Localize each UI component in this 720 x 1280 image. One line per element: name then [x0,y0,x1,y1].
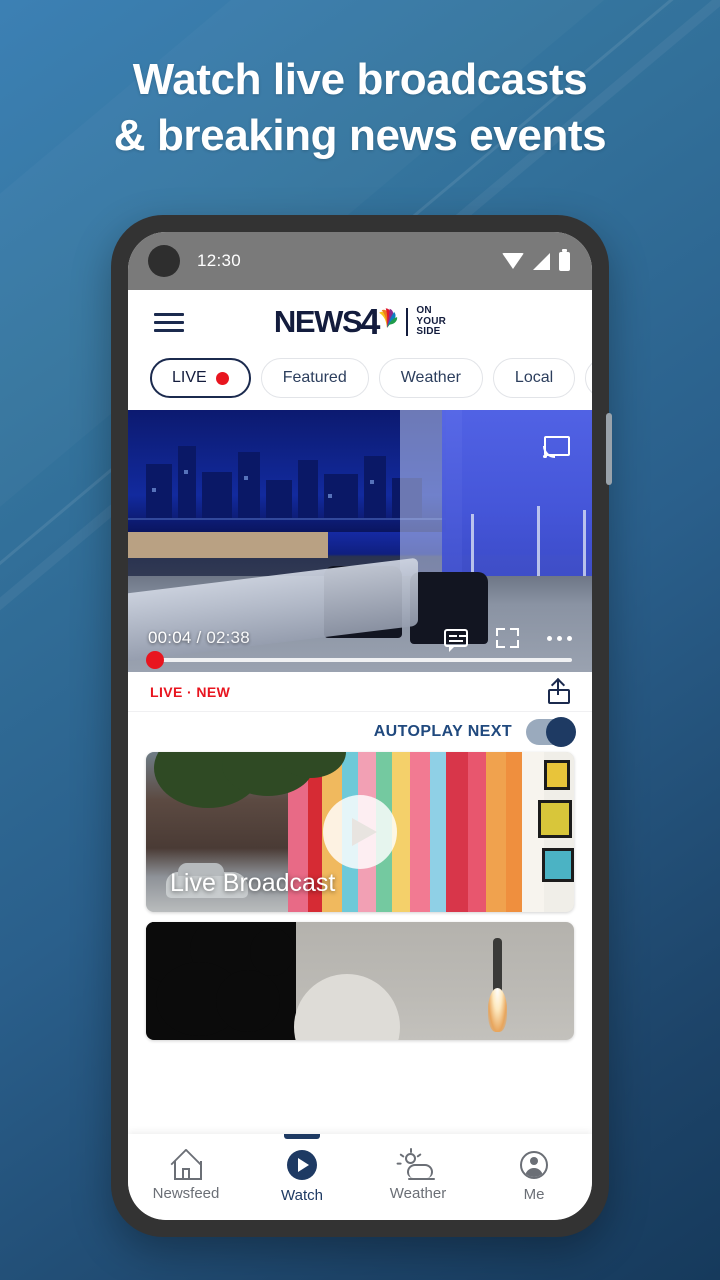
tab-featured-label: Featured [282,369,347,386]
studio-wood-panel [128,532,328,558]
autoplay-row: AUTOPLAY NEXT [128,712,592,752]
autoplay-label: AUTOPLAY NEXT [373,723,512,740]
tree-foliage [146,922,296,1040]
nav-item-me[interactable]: Me [476,1134,592,1220]
logo-channel-number: 4 [360,301,380,342]
autoplay-toggle[interactable] [526,717,576,747]
hamburger-menu-icon[interactable] [154,312,184,332]
tab-local-label: Local [514,369,554,386]
video-current-time: 00:04 [148,628,192,647]
app-header: NEWS 4 ON YOUR SIDE [128,290,592,354]
phone-mockup: 12:30 NEWS 4 ON YOUR SIDE LIVE Featured … [111,215,612,1237]
logo-word: NEWS [273,304,363,339]
nav-label-watch: Watch [281,1187,323,1204]
nav-item-watch[interactable]: Watch [244,1134,360,1220]
rocket-flame [488,988,507,1032]
status-bar-icons [502,248,570,271]
status-bar: 12:30 [128,232,592,290]
play-circle-icon [287,1150,317,1180]
video-control-icons [444,628,572,648]
tab-weather[interactable]: Weather [378,358,483,398]
video-card-list: Live Broadcast [128,752,592,1040]
promo-headline-line1: Watch live broadcasts [132,55,588,104]
video-total-time: 02:38 [206,628,250,647]
promo-headline-line2: & breaking news events [113,111,607,160]
news4-logo: NEWS 4 ON YOUR SIDE [128,301,592,343]
tab-live[interactable]: LIVE [150,358,251,398]
status-badge: LIVE · NEW [150,683,231,700]
video-progress-bar[interactable] [146,651,572,669]
nav-label-newsfeed: Newsfeed [152,1185,220,1202]
video-timestamp: 00:04 / 02:38 [148,628,250,648]
tab-live-label: LIVE [172,369,207,386]
nbc-peacock-icon [379,307,398,328]
more-options-icon[interactable] [547,635,572,641]
front-camera-punchhole [148,245,180,277]
card-title: Live Broadcast [170,869,336,897]
rocket [493,938,502,994]
tab-overflow-partial[interactable] [585,358,592,398]
chromecast-icon[interactable] [543,436,570,458]
home-icon [171,1152,202,1180]
active-tab-indicator [284,1134,320,1139]
status-bar-clock: 12:30 [197,251,242,270]
nav-label-weather: Weather [389,1185,447,1202]
fullscreen-icon[interactable] [496,628,519,648]
nav-item-newsfeed[interactable]: Newsfeed [128,1134,244,1220]
live-indicator-dot [215,371,229,385]
category-tabs: LIVE Featured Weather Local [128,354,592,410]
bottom-navigation: Newsfeed Watch Weather Me [128,1134,592,1220]
live-meta-bar: LIVE · NEW [128,672,592,712]
logo-tagline: ON YOUR SIDE [416,305,447,338]
logo-divider [406,308,409,336]
wifi-icon [502,253,524,269]
nav-label-me: Me [523,1186,545,1203]
video-player[interactable]: 00:04 / 02:38 [128,410,592,672]
progress-knob[interactable] [146,651,164,669]
play-button-icon[interactable] [323,795,397,869]
video-card-rocket-launch[interactable] [146,922,574,1040]
video-card-live-broadcast[interactable]: Live Broadcast [146,752,574,912]
promo-headline: Watch live broadcasts & breaking news ev… [0,52,720,164]
tab-featured[interactable]: Featured [260,358,369,398]
nav-item-weather[interactable]: Weather [360,1134,476,1220]
closed-caption-icon[interactable] [444,629,468,647]
tab-weather-label: Weather [400,369,461,386]
video-time-separator: / [191,628,207,647]
phone-screen: 12:30 NEWS 4 ON YOUR SIDE LIVE Featured … [128,232,592,1220]
sun-cloud-icon [396,1148,435,1180]
studio-skyline-backdrop [128,410,446,532]
power-button[interactable] [606,413,612,485]
cellular-signal-icon [533,252,550,270]
share-icon[interactable] [548,679,570,704]
video-controls: 00:04 / 02:38 [128,628,592,648]
tab-local[interactable]: Local [492,358,576,398]
battery-icon [559,248,570,271]
person-icon [520,1151,548,1179]
